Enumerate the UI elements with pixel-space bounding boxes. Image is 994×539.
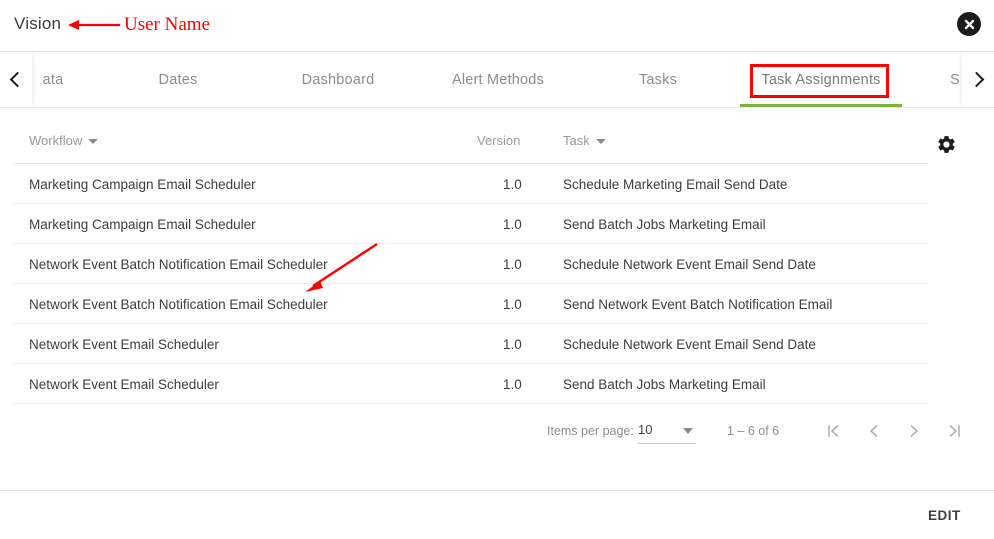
table-row[interactable]: Marketing Campaign Email Scheduler 1.0 Sen… xyxy=(14,204,928,244)
annotation-arrow-user-name xyxy=(68,20,120,30)
active-tab-underline xyxy=(740,104,902,107)
tab-tasks[interactable]: Tasks xyxy=(604,52,712,107)
cell-version: 1.0 xyxy=(503,376,522,392)
tab-ata[interactable]: ata xyxy=(33,52,73,107)
cell-task: Send Batch Jobs Marketing Email xyxy=(563,376,766,392)
chevron-left-icon xyxy=(869,424,878,438)
cell-workflow: Network Event Email Scheduler xyxy=(29,376,219,392)
edit-button[interactable]: EDIT xyxy=(928,508,961,523)
gear-icon[interactable] xyxy=(936,134,957,155)
tab-list: ata Dates Dashboard Alert Methods Tasks Task … xyxy=(0,52,994,107)
column-header-workflow-label: Workflow xyxy=(29,133,83,148)
tab-task-assignments[interactable]: Task Assignments xyxy=(740,52,902,107)
close-icon xyxy=(964,19,974,29)
cell-workflow: Network Event Email Scheduler xyxy=(29,336,219,352)
chevron-left-icon xyxy=(9,71,26,88)
first-page-button[interactable] xyxy=(818,415,850,447)
chevron-down-icon xyxy=(683,428,693,434)
cell-version: 1.0 xyxy=(503,176,522,192)
items-per-page-label: Items per page: xyxy=(547,424,634,438)
last-page-icon xyxy=(949,424,960,438)
table-header-row: Workflow Version Task xyxy=(14,124,928,164)
cell-workflow: Marketing Campaign Email Scheduler xyxy=(29,176,256,192)
chevron-right-icon xyxy=(968,71,985,88)
column-header-task[interactable]: Task xyxy=(563,133,606,148)
tab-dashboard[interactable]: Dashboard xyxy=(272,52,404,107)
cell-task: Send Batch Jobs Marketing Email xyxy=(563,216,766,232)
chevron-down-icon xyxy=(595,138,606,144)
items-per-page-select[interactable]: 10 xyxy=(638,418,696,444)
cell-task: Schedule Marketing Email Send Date xyxy=(563,176,788,192)
task-assignments-table: Workflow Version Task Marketing Campaign… xyxy=(0,108,994,490)
last-page-button[interactable] xyxy=(938,415,970,447)
annotation-label-user-name: User Name xyxy=(124,14,210,35)
task-assignments-dialog: Vision User Name ata Dates Dashboard Alert … xyxy=(0,0,994,539)
cell-task: Schedule Network Event Email Send Date xyxy=(563,256,816,272)
cell-version: 1.0 xyxy=(503,256,522,272)
column-header-workflow[interactable]: Workflow xyxy=(29,133,99,148)
table-row[interactable]: Marketing Campaign Email Scheduler 1.0 Sch… xyxy=(14,164,928,204)
close-button[interactable] xyxy=(957,12,981,36)
tab-dates[interactable]: Dates xyxy=(124,52,232,107)
page-range-label: 1 – 6 of 6 xyxy=(727,424,780,438)
column-header-task-label: Task xyxy=(563,133,590,148)
tab-scroll-next-button[interactable] xyxy=(962,52,994,107)
page-title: Vision xyxy=(14,14,62,33)
dialog-header: Vision User Name xyxy=(0,0,994,52)
cell-version: 1.0 xyxy=(503,296,522,312)
cell-workflow: Network Event Batch Notification Email S… xyxy=(29,256,328,272)
table-row[interactable]: Network Event Email Scheduler 1.0 Send Bat… xyxy=(14,364,928,404)
tab-alert-methods[interactable]: Alert Methods xyxy=(432,52,564,107)
first-page-icon xyxy=(828,424,839,438)
cell-version: 1.0 xyxy=(503,216,522,232)
chevron-down-icon xyxy=(88,138,99,144)
table-row[interactable]: Network Event Batch Notification Email S… xyxy=(14,244,928,284)
cell-task: Schedule Network Event Email Send Date xyxy=(563,336,816,352)
dialog-footer: EDIT xyxy=(0,490,994,539)
cell-version: 1.0 xyxy=(503,336,522,352)
table-row[interactable]: Network Event Batch Notification Email S… xyxy=(14,284,928,324)
items-per-page-value: 10 xyxy=(638,422,653,437)
paginator: Items per page: 10 1 – 6 of 6 xyxy=(0,405,994,461)
previous-page-button[interactable] xyxy=(858,415,890,447)
cell-task: Send Network Event Batch Notification Em… xyxy=(563,296,833,312)
chevron-right-icon xyxy=(910,424,919,438)
column-header-version[interactable]: Version xyxy=(477,133,520,148)
tab-scroll-prev-button[interactable] xyxy=(0,52,32,107)
next-page-button[interactable] xyxy=(898,415,930,447)
cell-workflow: Network Event Batch Notification Email S… xyxy=(29,296,328,312)
column-header-version-label: Version xyxy=(477,133,521,148)
tab-bar: ata Dates Dashboard Alert Methods Tasks Task … xyxy=(0,52,994,108)
table-row[interactable]: Network Event Email Scheduler 1.0 Schedule… xyxy=(14,324,928,364)
cell-workflow: Marketing Campaign Email Scheduler xyxy=(29,216,256,232)
